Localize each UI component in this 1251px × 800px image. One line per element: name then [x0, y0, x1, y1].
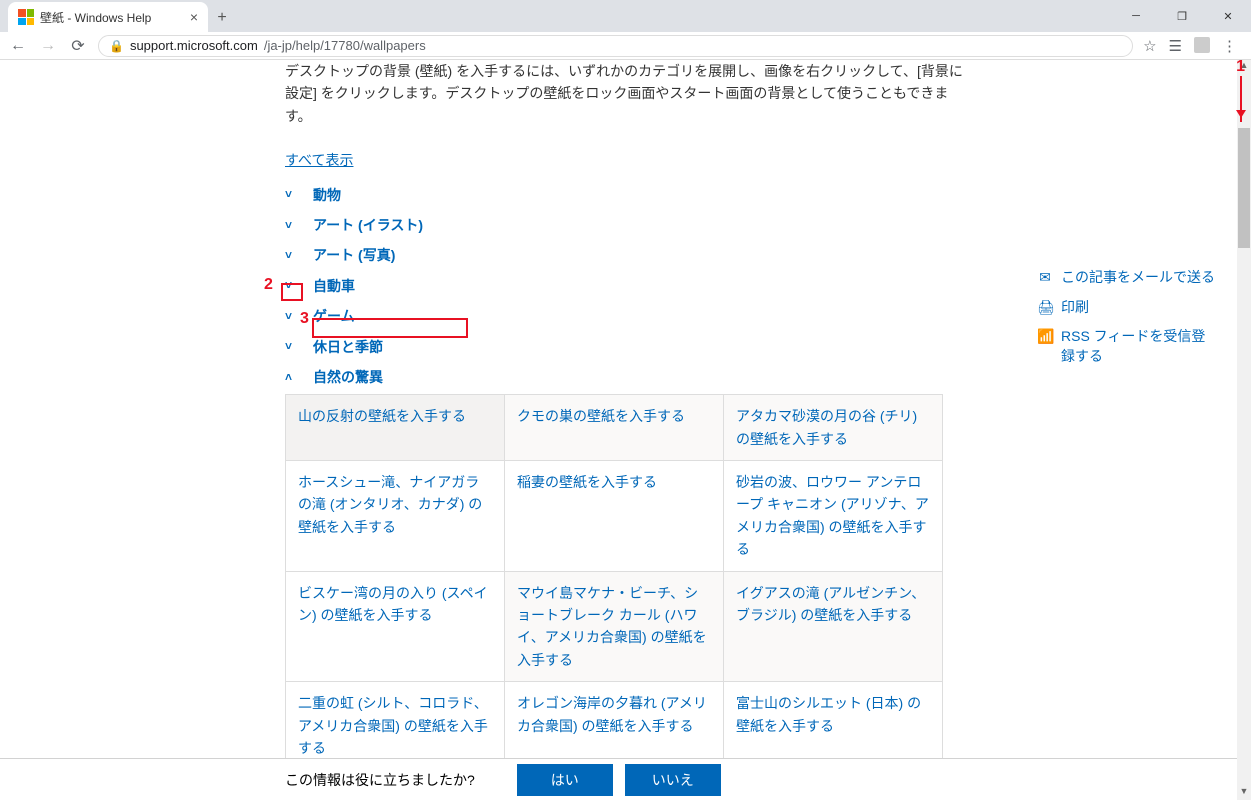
address-bar[interactable]: 🔒 support.microsoft.com/ja-jp/help/17780…: [98, 35, 1133, 57]
reading-list-icon[interactable]: ☰: [1169, 37, 1182, 55]
chevron-down-icon: ˅: [285, 337, 299, 356]
print-icon: 🖨: [1037, 298, 1053, 318]
category-label: アート (イラスト): [313, 214, 423, 236]
annotation-2-label: 2: [264, 276, 273, 294]
chevron-down-icon: ˅: [285, 276, 299, 295]
email-article-label: この記事をメールで送る: [1061, 268, 1215, 288]
table-cell: 山の反射の壁紙を入手する: [286, 395, 505, 461]
table-cell: マウイ島マケナ・ビーチ、ショートブレーク カール (ハワイ、アメリカ合衆国) の…: [505, 571, 724, 682]
show-all-link[interactable]: すべて表示: [285, 149, 353, 171]
table-row: ビスケー湾の月の入り (スペイン) の壁紙を入手するマウイ島マケナ・ビーチ、ショ…: [286, 571, 943, 682]
mail-icon: ✉: [1037, 268, 1053, 288]
email-article-link[interactable]: ✉ この記事をメールで送る: [1037, 268, 1217, 288]
category-item[interactable]: ˅ 動物: [285, 180, 1237, 210]
table-row: 二重の虹 (シルト、コロラド、アメリカ合衆国) の壁紙を入手するオレゴン海岸の夕…: [286, 682, 943, 758]
tab-title: 壁紙 - Windows Help: [40, 9, 151, 26]
table-cell: イグアスの滝 (アルゼンチン、ブラジル) の壁紙を入手する: [724, 571, 943, 682]
url-host: support.microsoft.com: [130, 38, 258, 53]
scroll-down-icon[interactable]: ▼: [1237, 786, 1251, 800]
annotation-3-label: 3: [300, 310, 309, 328]
category-label: 自然の驚異: [313, 366, 383, 388]
chevron-down-icon: ˅: [285, 185, 299, 204]
window-maximize[interactable]: ❐: [1159, 0, 1205, 32]
wallpaper-link[interactable]: アタカマ砂漠の月の谷 (チリ) の壁紙を入手する: [736, 408, 917, 446]
tab-close-icon[interactable]: ×: [190, 9, 198, 25]
table-cell: 富士山のシルエット (日本) の壁紙を入手する: [724, 682, 943, 758]
wallpaper-link[interactable]: 二重の虹 (シルト、コロラド、アメリカ合衆国) の壁紙を入手する: [298, 695, 488, 756]
annotation-1-label: 1: [1236, 58, 1245, 76]
wallpaper-link[interactable]: ビスケー湾の月の入り (スペイン) の壁紙を入手する: [298, 585, 488, 623]
category-label: ゲーム: [313, 305, 355, 327]
wallpaper-link[interactable]: オレゴン海岸の夕暮れ (アメリカ合衆国) の壁紙を入手する: [517, 695, 707, 733]
rss-icon: 📶: [1037, 327, 1053, 347]
table-cell: 稲妻の壁紙を入手する: [505, 461, 724, 572]
wallpaper-link[interactable]: 富士山のシルエット (日本) の壁紙を入手する: [736, 695, 921, 733]
table-cell: 砂岩の波、ロウワー アンテロープ キャニオン (アリゾナ、アメリカ合衆国) の壁…: [724, 461, 943, 572]
chevron-down-icon: ˅: [285, 307, 299, 326]
category-item[interactable]: ˅ アート (写真): [285, 240, 1237, 270]
browser-tab[interactable]: 壁紙 - Windows Help ×: [8, 2, 208, 32]
lock-icon: 🔒: [109, 39, 124, 53]
table-cell: ホースシュー滝、ナイアガラの滝 (オンタリオ、カナダ) の壁紙を入手する: [286, 461, 505, 572]
wallpaper-link[interactable]: ホースシュー滝、ナイアガラの滝 (オンタリオ、カナダ) の壁紙を入手する: [298, 474, 482, 535]
wallpaper-link[interactable]: イグアスの滝 (アルゼンチン、ブラジル) の壁紙を入手する: [736, 585, 925, 623]
table-row: 山の反射の壁紙を入手する クモの巣の壁紙を入手する アタカマ砂漠の月の谷 (チリ) …: [286, 395, 943, 461]
window-close[interactable]: ✕: [1205, 0, 1251, 32]
print-article-link[interactable]: 🖨 印刷: [1037, 298, 1217, 318]
table-cell: オレゴン海岸の夕暮れ (アメリカ合衆国) の壁紙を入手する: [505, 682, 724, 758]
scroll-thumb[interactable]: [1238, 128, 1250, 248]
wallpaper-link[interactable]: マウイ島マケナ・ビーチ、ショートブレーク カール (ハワイ、アメリカ合衆国) の…: [517, 585, 707, 668]
window-minimize[interactable]: ─: [1113, 0, 1159, 32]
menu-icon[interactable]: ⋮: [1222, 37, 1237, 55]
window-titlebar: 壁紙 - Windows Help × + ─ ❐ ✕: [0, 0, 1251, 32]
rss-subscribe-link[interactable]: 📶 RSS フィードを受信登録する: [1037, 327, 1217, 366]
annotation-1-arrow: [1240, 76, 1242, 122]
vertical-scrollbar[interactable]: ▲ ▼: [1237, 60, 1251, 800]
chevron-down-icon: ˅: [285, 246, 299, 265]
wallpaper-link[interactable]: 稲妻の壁紙を入手する: [517, 474, 657, 490]
category-label: アート (写真): [313, 244, 395, 266]
chevron-down-icon: ˅: [285, 216, 299, 235]
account-icon[interactable]: [1194, 37, 1210, 53]
new-tab-button[interactable]: +: [208, 4, 236, 32]
microsoft-favicon: [18, 9, 34, 25]
table-cell: アタカマ砂漠の月の谷 (チリ) の壁紙を入手する: [724, 395, 943, 461]
url-path: /ja-jp/help/17780/wallpapers: [264, 38, 426, 53]
wallpaper-link[interactable]: 山の反射の壁紙を入手する: [298, 408, 466, 424]
chevron-up-icon: ˄: [285, 368, 299, 387]
feedback-question: この情報は役に立ちましたか?: [285, 770, 475, 790]
wallpaper-link[interactable]: クモの巣の壁紙を入手する: [517, 408, 685, 424]
category-item[interactable]: ˅ アート (イラスト): [285, 210, 1237, 240]
feedback-no-button[interactable]: いいえ: [625, 764, 721, 796]
category-label: 自動車: [313, 275, 355, 297]
wallpaper-table: 山の反射の壁紙を入手する クモの巣の壁紙を入手する アタカマ砂漠の月の谷 (チリ) …: [285, 394, 943, 758]
side-actions: ✉ この記事をメールで送る 🖨 印刷 📶 RSS フィードを受信登録する: [1037, 268, 1217, 376]
table-cell: 二重の虹 (シルト、コロラド、アメリカ合衆国) の壁紙を入手する: [286, 682, 505, 758]
reload-button[interactable]: ⟳: [68, 36, 88, 56]
table-cell: ビスケー湾の月の入り (スペイン) の壁紙を入手する: [286, 571, 505, 682]
forward-button[interactable]: →: [38, 37, 58, 55]
feedback-bar: この情報は役に立ちましたか? はい いいえ: [0, 758, 1251, 800]
back-button[interactable]: ←: [8, 37, 28, 55]
browser-toolbar: ← → ⟳ 🔒 support.microsoft.com/ja-jp/help…: [0, 32, 1251, 60]
print-article-label: 印刷: [1061, 298, 1089, 318]
category-label: 休日と季節: [313, 336, 383, 358]
star-icon[interactable]: ☆: [1143, 37, 1156, 55]
table-cell: クモの巣の壁紙を入手する: [505, 395, 724, 461]
intro-text: デスクトップの背景 (壁紙) を入手するには、いずれかのカテゴリを展開し、画像を…: [285, 60, 965, 127]
category-label: 動物: [313, 184, 341, 206]
feedback-yes-button[interactable]: はい: [517, 764, 613, 796]
table-row: ホースシュー滝、ナイアガラの滝 (オンタリオ、カナダ) の壁紙を入手する 稲妻の壁…: [286, 461, 943, 572]
wallpaper-link[interactable]: 砂岩の波、ロウワー アンテロープ キャニオン (アリゾナ、アメリカ合衆国) の壁…: [736, 474, 929, 557]
rss-subscribe-label: RSS フィードを受信登録する: [1061, 327, 1217, 366]
